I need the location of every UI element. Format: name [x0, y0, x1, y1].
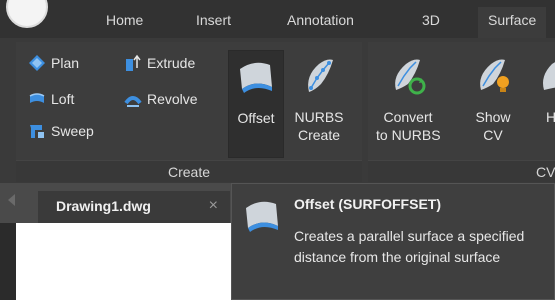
offset-tooltip: Offset (SURFOFFSET) Creates a parallel s…	[231, 183, 555, 300]
show-cv-label-line1: Show	[475, 109, 511, 125]
hide-cv-button[interactable]: H	[526, 50, 555, 158]
tab-surface[interactable]: Surface	[478, 7, 547, 38]
convert-to-nurbs-button[interactable]: Convert to NURBS	[376, 50, 441, 158]
app-menu-button[interactable]	[6, 0, 48, 28]
cv-panel: Convert to NURBS Show CV H CV	[368, 42, 555, 182]
convert-label-line2: to NURBS	[376, 127, 441, 143]
sweep-button[interactable]: Sweep	[28, 120, 94, 142]
tooltip-title: Offset (SURFOFFSET)	[294, 196, 441, 212]
close-icon[interactable]: ×	[209, 197, 218, 215]
tab-annotation[interactable]: Annotation	[287, 12, 354, 28]
drawing-canvas[interactable]	[16, 223, 231, 300]
offset-surface-icon	[246, 201, 278, 232]
create-panel-footer[interactable]: Create	[16, 160, 362, 182]
sweep-label: Sweep	[51, 123, 94, 139]
cv-panel-title: CV	[536, 164, 555, 180]
revolve-button[interactable]: Revolve	[124, 88, 198, 110]
loft-button[interactable]: Loft	[28, 88, 74, 110]
create-panel: Plan Loft Sweep Extrude Revolve Offset N…	[16, 42, 362, 182]
revolve-label: Revolve	[147, 91, 198, 107]
show-cv-button[interactable]: Show CV	[466, 50, 520, 158]
nurbs-surface-icon	[308, 59, 333, 92]
nurbs-create-button[interactable]: NURBS Create	[290, 50, 348, 158]
tab-3d[interactable]: 3D	[422, 12, 440, 28]
plan-surface-icon	[29, 55, 45, 71]
convert-to-nurbs-icon	[395, 59, 426, 95]
show-cv-label-line2: CV	[483, 127, 503, 143]
convert-label-line1: Convert	[383, 109, 433, 125]
show-cv-icon	[480, 59, 509, 92]
offset-label: Offset	[237, 110, 275, 126]
offset-button[interactable]: Offset	[228, 50, 284, 158]
cv-panel-footer[interactable]: CV	[368, 160, 555, 182]
loft-icon	[29, 93, 45, 103]
scroll-left-icon[interactable]	[8, 194, 15, 206]
sweep-icon	[30, 125, 44, 138]
offset-surface-icon	[240, 62, 272, 93]
ribbon: Plan Loft Sweep Extrude Revolve Offset N…	[0, 38, 555, 183]
nurbs-label-line2: Create	[297, 127, 341, 143]
document-tab-label: Drawing1.dwg	[56, 198, 151, 214]
hide-cv-label: H	[546, 109, 555, 125]
ribbon-tab-bar: Home Insert Annotation 3D Surface	[0, 0, 555, 38]
extrude-icon	[126, 54, 141, 71]
tab-insert[interactable]: Insert	[196, 12, 231, 28]
extrude-label: Extrude	[147, 55, 196, 71]
loft-label: Loft	[51, 91, 75, 107]
revolve-icon	[124, 96, 142, 107]
document-tab[interactable]: Drawing1.dwg ×	[38, 191, 230, 223]
plan-button[interactable]: Plan	[28, 52, 79, 74]
hide-cv-icon	[543, 62, 555, 90]
nurbs-label-line1: NURBS	[294, 109, 344, 125]
create-panel-title: Create	[168, 164, 211, 180]
plan-label: Plan	[51, 55, 80, 71]
extrude-button[interactable]: Extrude	[124, 52, 195, 74]
tooltip-description: Creates a parallel surface a specified d…	[294, 228, 525, 265]
tab-home[interactable]: Home	[106, 12, 143, 28]
